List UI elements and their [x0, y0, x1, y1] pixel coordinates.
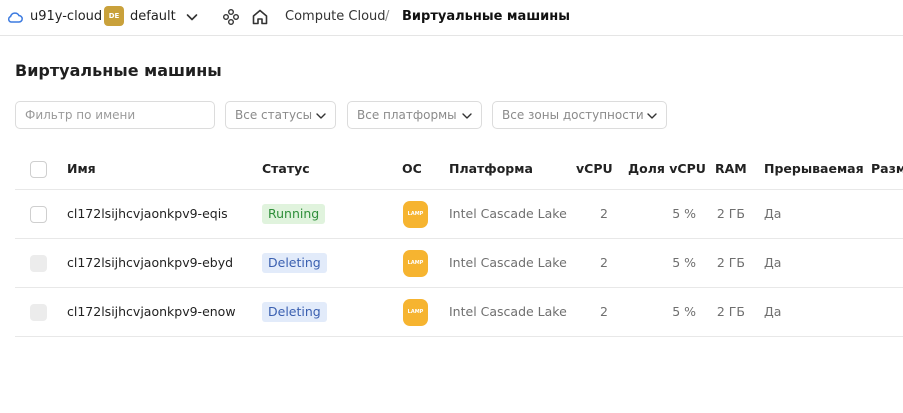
- top-bar: u91y-cloud DE default Compute Cloud / Ви…: [0, 0, 903, 36]
- platform-filter-select[interactable]: Все платформы: [347, 101, 482, 129]
- column-header-os[interactable]: ОС: [402, 161, 422, 176]
- column-header-ram[interactable]: RAM: [715, 161, 747, 176]
- cloud-name[interactable]: u91y-cloud: [30, 9, 102, 24]
- cloud-icon[interactable]: [6, 8, 24, 26]
- platform-value: Intel Cascade Lake: [449, 304, 567, 319]
- column-header-preemptible[interactable]: Прерываемая: [764, 161, 864, 176]
- home-icon[interactable]: [250, 7, 270, 27]
- table-row[interactable]: cl172lsijhcvjaonkpv9-ebyd Deleting LAMP …: [15, 239, 903, 288]
- breadcrumb-separator: /: [385, 9, 390, 24]
- vm-name-link[interactable]: cl172lsijhcvjaonkpv9-ebyd: [67, 255, 233, 270]
- breadcrumb-current: Виртуальные машины: [402, 9, 570, 24]
- preemptible-value: Да: [764, 255, 782, 270]
- row-checkbox[interactable]: [30, 304, 47, 321]
- ram-value: 2 ГБ: [716, 206, 745, 221]
- chevron-down-icon: [647, 113, 657, 119]
- vcpu-value: 2: [600, 206, 608, 221]
- status-filter-value: Все статусы: [235, 108, 313, 122]
- platform-value: Intel Cascade Lake: [449, 206, 567, 221]
- breadcrumb-compute-cloud[interactable]: Compute Cloud: [285, 9, 386, 24]
- ram-value: 2 ГБ: [716, 304, 745, 319]
- name-filter-input[interactable]: [15, 101, 215, 129]
- table-row[interactable]: cl172lsijhcvjaonkpv9-enow Deleting LAMP …: [15, 288, 903, 337]
- column-header-name[interactable]: Имя: [67, 161, 96, 176]
- platform-filter-value: Все платформы: [357, 108, 457, 122]
- preemptible-value: Да: [764, 206, 782, 221]
- chevron-down-icon: [462, 113, 472, 119]
- column-header-vcpu-share[interactable]: Доля vCPU: [628, 161, 706, 176]
- vcpu-share-value: 5 %: [672, 304, 696, 319]
- chevron-down-icon: [316, 113, 326, 119]
- table-header: Имя Статус ОС Платформа vCPU Доля vCPU R…: [15, 150, 903, 190]
- table-row[interactable]: cl172lsijhcvjaonkpv9-eqis Running LAMP I…: [15, 190, 903, 239]
- lamp-os-icon: LAMP: [403, 250, 428, 277]
- vcpu-share-value: 5 %: [672, 255, 696, 270]
- lamp-os-icon: LAMP: [403, 201, 428, 228]
- row-checkbox[interactable]: [30, 206, 47, 223]
- ram-value: 2 ГБ: [716, 255, 745, 270]
- zone-filter-select[interactable]: Все зоны доступности: [492, 101, 667, 129]
- column-header-vcpu[interactable]: vCPU: [576, 161, 613, 176]
- status-badge: Running: [262, 204, 326, 224]
- status-badge: Deleting: [262, 253, 327, 273]
- column-header-size[interactable]: Разме: [871, 161, 903, 176]
- folder-name[interactable]: default: [130, 9, 176, 24]
- folder-badge: DE: [104, 6, 124, 26]
- preemptible-value: Да: [764, 304, 782, 319]
- zone-filter-value: Все зоны доступности: [502, 108, 644, 122]
- lamp-os-icon: LAMP: [403, 299, 428, 326]
- platform-value: Intel Cascade Lake: [449, 255, 567, 270]
- status-badge: Deleting: [262, 302, 327, 322]
- chevron-down-icon[interactable]: [184, 9, 200, 25]
- column-header-platform[interactable]: Платформа: [449, 161, 533, 176]
- vcpu-value: 2: [600, 304, 608, 319]
- services-icon[interactable]: [222, 8, 240, 26]
- select-all-checkbox[interactable]: [30, 161, 47, 178]
- status-filter-select[interactable]: Все статусы: [225, 101, 336, 129]
- vcpu-share-value: 5 %: [672, 206, 696, 221]
- vm-name-link[interactable]: cl172lsijhcvjaonkpv9-enow: [67, 304, 236, 319]
- column-header-status[interactable]: Статус: [262, 161, 310, 176]
- vm-name-link[interactable]: cl172lsijhcvjaonkpv9-eqis: [67, 206, 228, 221]
- row-checkbox[interactable]: [30, 255, 47, 272]
- vcpu-value: 2: [600, 255, 608, 270]
- page-title: Виртуальные машины: [15, 61, 222, 80]
